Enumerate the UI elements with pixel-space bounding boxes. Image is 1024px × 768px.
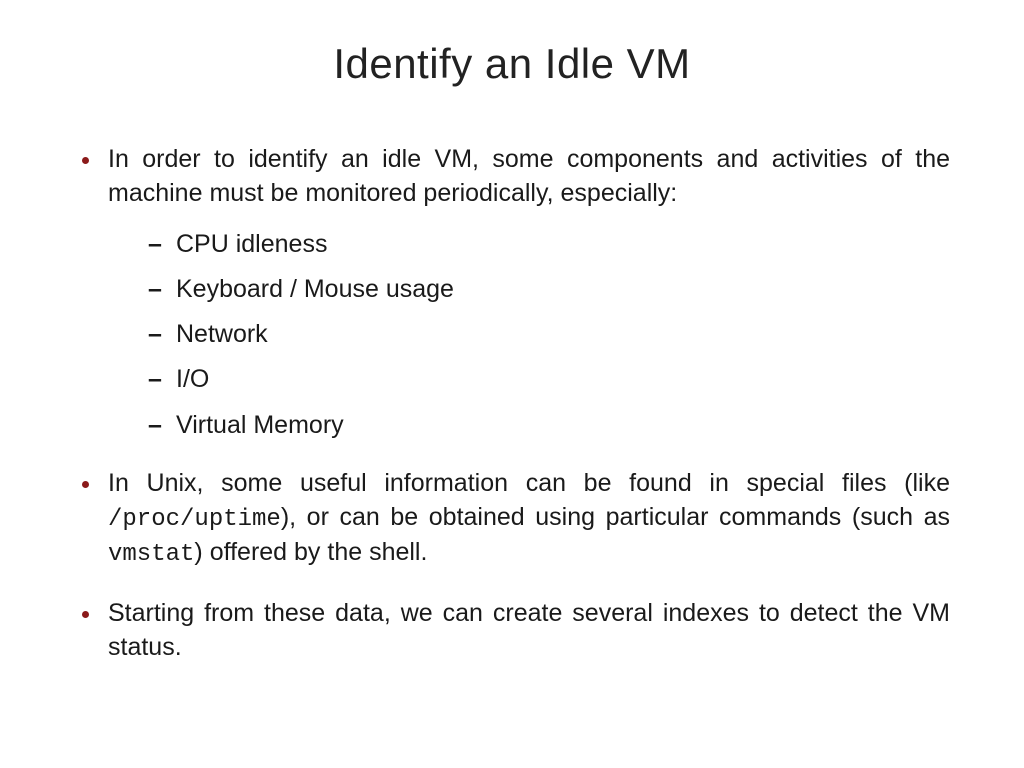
slide: Identify an Idle VM In order to identify… (0, 0, 1024, 768)
bullet-3: Starting from these data, we can create … (74, 597, 950, 665)
bullet-list: In order to identify an idle VM, some co… (74, 143, 950, 665)
bullet-2-part3: ) offered by the shell. (194, 538, 427, 566)
sub-item-kbmouse: Keyboard / Mouse usage (148, 274, 950, 305)
slide-title: Identify an Idle VM (60, 40, 964, 88)
sub-item-cpu: CPU idleness (148, 229, 950, 260)
code-vmstat: vmstat (108, 541, 194, 568)
bullet-2-part2: ), or can be obtained using particular c… (281, 503, 950, 531)
bullet-1: In order to identify an idle VM, some co… (74, 143, 950, 441)
sub-list: CPU idleness Keyboard / Mouse usage Netw… (148, 229, 950, 441)
code-proc-uptime: /proc/uptime (108, 506, 281, 533)
sub-item-io: I/O (148, 364, 950, 395)
bullet-2: In Unix, some useful information can be … (74, 467, 950, 572)
sub-item-vmem: Virtual Memory (148, 410, 950, 441)
bullet-1-text: In order to identify an idle VM, some co… (108, 145, 950, 207)
bullet-2-part1: In Unix, some useful information can be … (108, 469, 950, 497)
sub-item-network: Network (148, 319, 950, 350)
